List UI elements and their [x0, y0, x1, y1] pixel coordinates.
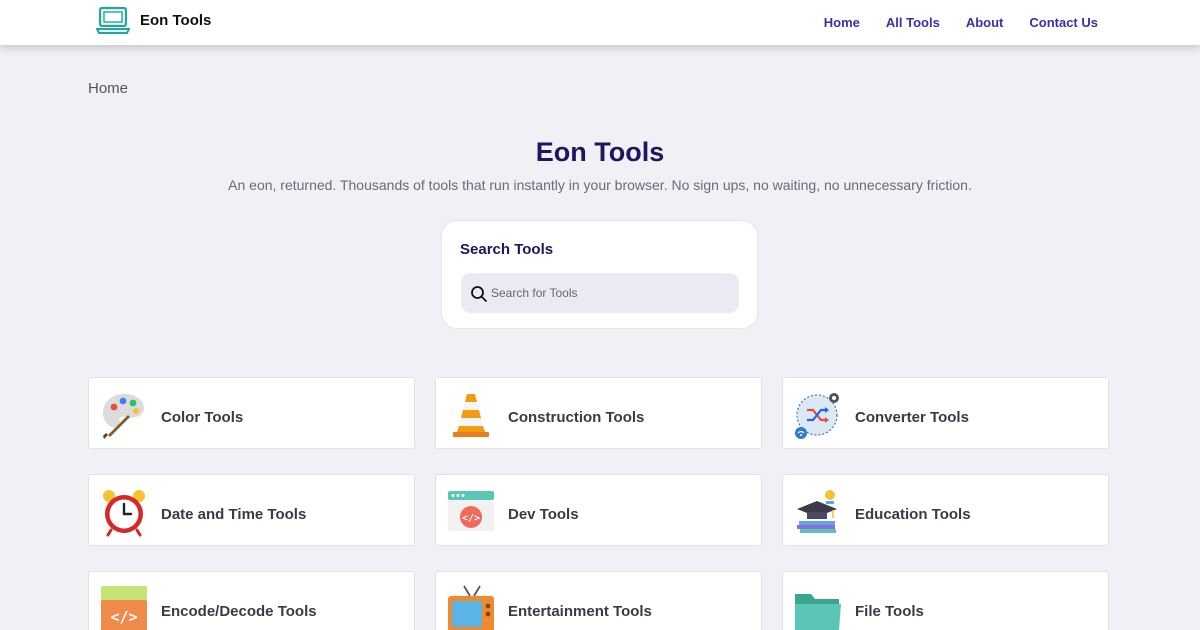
- alarm-clock-icon: [103, 490, 145, 537]
- search-card: Search Tools: [441, 220, 758, 329]
- category-label: Education Tools: [855, 506, 971, 523]
- category-card-encode-decode-tools[interactable]: </> Encode/Decode Tools: [88, 571, 415, 630]
- converter-icon: [795, 393, 839, 439]
- category-card-converter-tools[interactable]: Converter Tools: [782, 377, 1109, 449]
- brand[interactable]: Eon Tools: [96, 6, 211, 36]
- category-label: Entertainment Tools: [508, 603, 652, 620]
- category-card-date-and-time-tools[interactable]: Date and Time Tools: [88, 474, 415, 546]
- search-input[interactable]: [491, 273, 731, 313]
- search-title: Search Tools: [460, 241, 554, 258]
- graduation-cap-icon: [797, 490, 837, 533]
- svg-text:</>: </>: [110, 608, 137, 626]
- category-label: File Tools: [855, 603, 924, 620]
- page-subtitle: An eon, returned. Thousands of tools tha…: [228, 177, 972, 193]
- nav-link-contact-us[interactable]: Contact Us: [1029, 15, 1098, 30]
- nav-links: Home All Tools About Contact Us: [824, 15, 1098, 30]
- tv-icon: [448, 585, 494, 630]
- category-label: Color Tools: [161, 409, 244, 426]
- search-icon: [471, 286, 487, 302]
- brand-name: Eon Tools: [140, 11, 212, 29]
- category-card-dev-tools[interactable]: </> Dev Tools: [435, 474, 762, 546]
- code-file-icon: </>: [101, 586, 147, 630]
- category-card-education-tools[interactable]: Education Tools: [782, 474, 1109, 546]
- category-card-construction-tools[interactable]: Construction Tools: [435, 377, 762, 449]
- category-card-file-tools[interactable]: File Tools: [782, 571, 1109, 630]
- traffic-cone-icon: [453, 394, 489, 437]
- category-label: Dev Tools: [508, 506, 579, 523]
- nav-link-about[interactable]: About: [966, 15, 1004, 30]
- svg-text:</>: </>: [462, 513, 480, 524]
- code-window-icon: </>: [448, 491, 494, 531]
- breadcrumb[interactable]: Home: [88, 80, 128, 97]
- category-card-entertainment-tools[interactable]: Entertainment Tools: [435, 571, 762, 630]
- search-box[interactable]: [461, 273, 739, 313]
- category-label: Date and Time Tools: [161, 506, 307, 523]
- page-title: Eon Tools: [535, 137, 665, 167]
- top-navbar: Eon Tools Home All Tools About Contact U…: [0, 0, 1200, 45]
- nav-link-home[interactable]: Home: [824, 15, 860, 30]
- folder-icon: [795, 594, 841, 630]
- nav-link-all-tools[interactable]: All Tools: [886, 15, 940, 30]
- palette-icon: [103, 394, 144, 439]
- category-label: Converter Tools: [855, 409, 969, 426]
- category-label: Encode/Decode Tools: [161, 603, 317, 620]
- category-card-color-tools[interactable]: Color Tools: [88, 377, 415, 449]
- laptop-icon: [96, 6, 130, 34]
- category-label: Construction Tools: [508, 409, 645, 426]
